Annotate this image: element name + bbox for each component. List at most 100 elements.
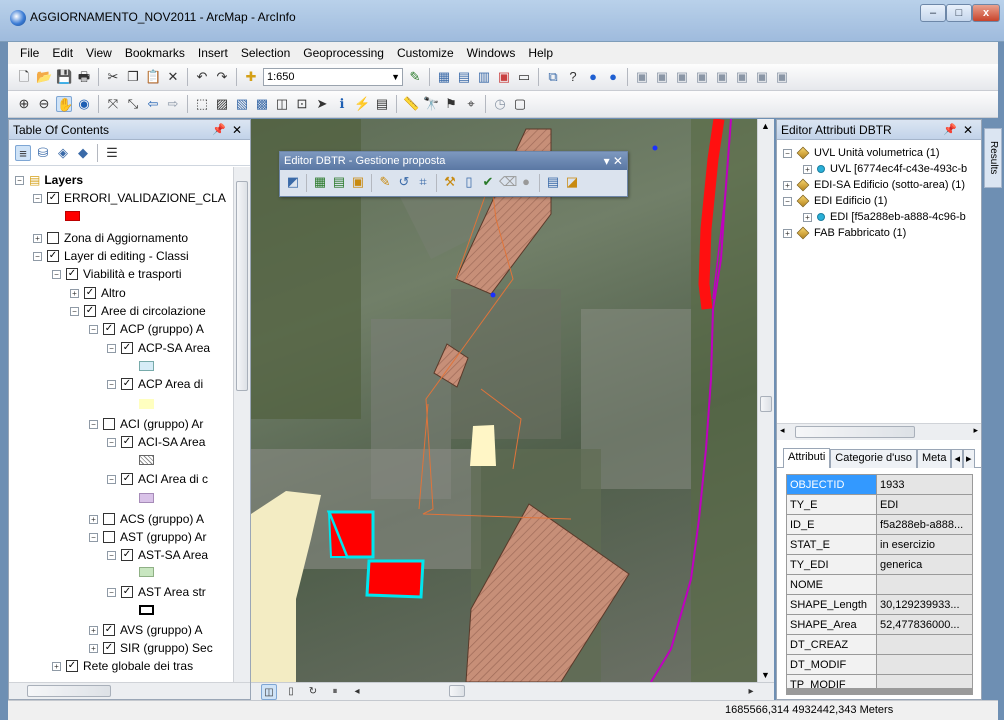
toc-checkbox[interactable]: ✓ (121, 342, 133, 354)
cut-icon[interactable]: ✂ (105, 69, 121, 85)
toc-item-acp-sa[interactable]: − ✓ ACP-SA Area (107, 339, 210, 357)
paste-icon[interactable]: 📋 (145, 69, 161, 85)
attribute-row[interactable]: DT_CREAZ (786, 634, 973, 655)
toc-horizontal-scrollbar[interactable] (9, 682, 250, 699)
scrollbar-thumb[interactable] (449, 685, 465, 697)
select-by-attr-icon[interactable]: ▩ (254, 96, 270, 112)
toc-item-altro[interactable]: + ✓ Altro (70, 284, 126, 302)
menu-edit[interactable]: Edit (52, 46, 73, 60)
attribute-row[interactable]: TY_E EDI (786, 494, 973, 515)
toc-checkbox[interactable] (103, 418, 115, 430)
pin-icon[interactable]: 📌 (943, 120, 957, 140)
python-window-icon[interactable]: ▭ (516, 69, 532, 85)
options-icon[interactable]: ☰ (104, 145, 120, 161)
toc-item-ast[interactable]: − ✓ AST Area str (107, 583, 206, 601)
menu-geoprocessing[interactable]: Geoprocessing (303, 46, 384, 60)
attribute-value[interactable]: in esercizio (876, 534, 973, 555)
tree-item-edi[interactable]: − EDI Edificio (1) (783, 193, 887, 209)
html-popup-icon[interactable]: ▤ (374, 96, 390, 112)
toc-item-aci-gruppo[interactable]: − ACI (gruppo) Ar (89, 415, 203, 433)
attribute-value[interactable]: EDI (876, 494, 973, 515)
toc-item-sir-gruppo[interactable]: + ✓ SIR (gruppo) Sec (89, 639, 213, 657)
map-view[interactable] (251, 119, 774, 682)
zoom-out-icon[interactable]: ⊖ (36, 96, 52, 112)
menu-view[interactable]: View (86, 46, 112, 60)
scrollbar-thumb[interactable] (236, 181, 248, 391)
attribute-row[interactable]: SHAPE_Length 30,129239933... (786, 594, 973, 615)
scroll-left-icon[interactable]: ◂ (349, 684, 365, 700)
clear-selected-icon[interactable]: ◫ (274, 96, 290, 112)
select-elements-icon[interactable]: ▧ (234, 96, 250, 112)
fixed-zoom-in-icon[interactable]: ⤧ (105, 96, 121, 112)
tree-item-uvl[interactable]: − UVL Unità volumetrica (1) (783, 145, 940, 161)
toc-checkbox[interactable]: ✓ (121, 473, 133, 485)
close-button[interactable]: x (972, 4, 1000, 22)
toc-checkbox[interactable]: ✓ (121, 586, 133, 598)
model-builder-icon[interactable]: ⧉ (545, 69, 561, 85)
table-window-icon[interactable]: ▦ (436, 69, 452, 85)
toc-item-viabilita[interactable]: − ✓ Viabilità e trasporti (52, 265, 182, 283)
menu-help[interactable]: Help (528, 46, 553, 60)
scrollbar-thumb[interactable] (27, 685, 111, 697)
new-document-icon[interactable]: 🗋 (16, 69, 32, 85)
toc-checkbox[interactable] (103, 513, 115, 525)
editor-dbtr-toolbar[interactable]: Editor DBTR - Gestione proposta ▾ ✕ ◩ ▦ … (279, 151, 628, 197)
table-check-icon[interactable]: ▣ (350, 174, 366, 190)
toc-checkbox[interactable]: ✓ (103, 642, 115, 654)
save-icon[interactable]: 💾 (56, 69, 72, 85)
attribute-value[interactable] (876, 574, 973, 595)
toc-item-acp[interactable]: − ✓ ACP Area di (107, 375, 203, 393)
attribute-row[interactable]: SHAPE_Area 52,477836000... (786, 614, 973, 635)
toc-item-layers[interactable]: − ▤ Layers (15, 171, 83, 189)
proposal-icon[interactable]: ◩ (285, 174, 301, 190)
tree-item-edi-sa[interactable]: + EDI-SA Edificio (sotto-area) (1) (783, 177, 965, 193)
menu-file[interactable]: File (20, 46, 39, 60)
arcmap-app-icon[interactable] (10, 10, 26, 26)
merge-icon[interactable]: ⚒ (442, 174, 458, 190)
attribute-row[interactable]: NOME (786, 574, 973, 595)
list-by-drawing-order-icon[interactable]: ≡ (15, 144, 31, 161)
table-edit-icon[interactable]: ▦ (312, 174, 328, 190)
minimize-button[interactable]: – (920, 4, 946, 22)
tree-item-edi-feature[interactable]: + EDI [f5a288eb-a888-4c96-b (803, 209, 966, 225)
toc-item-ast-gruppo[interactable]: − AST (gruppo) Ar (89, 528, 206, 546)
toc-item-aci[interactable]: − ✓ ACI Area di c (107, 470, 208, 488)
redo-icon[interactable]: ↷ (214, 69, 230, 85)
maximize-button[interactable]: □ (946, 4, 972, 22)
tab-attributi[interactable]: Attributi (783, 448, 831, 468)
toc-checkbox[interactable]: ✓ (103, 323, 115, 335)
clear-selection-icon[interactable]: ▨ (214, 96, 230, 112)
attribute-row[interactable]: ID_E f5a288eb-a888... (786, 514, 973, 535)
toc-item-zona[interactable]: + Zona di Aggiornamento (33, 229, 188, 247)
full-extent-icon[interactable]: ◉ (76, 96, 92, 112)
toc-item-rete-globale[interactable]: + ✓ Rete globale dei tras (52, 657, 193, 675)
menu-bookmarks[interactable]: Bookmarks (125, 46, 185, 60)
toc-checkbox[interactable]: ✓ (121, 436, 133, 448)
attribute-row[interactable]: OBJECTID 1933 (786, 474, 973, 495)
toc-item-errori[interactable]: − ✓ ERRORI_VALIDAZIONE_CLA (33, 189, 226, 207)
layout-view-icon[interactable]: ▯ (283, 684, 299, 700)
close-icon[interactable]: ✕ (963, 120, 973, 140)
toc-item-aci-sa[interactable]: − ✓ ACI-SA Area (107, 433, 205, 451)
pin-icon[interactable]: 📌 (212, 120, 226, 140)
identify-icon[interactable]: ℹ (334, 96, 350, 112)
export-icon[interactable]: ◪ (564, 174, 580, 190)
attribute-value[interactable]: 52,477836000... (876, 614, 973, 635)
scroll-up-icon[interactable]: ▲ (761, 121, 770, 131)
scrollbar-thumb[interactable] (760, 396, 772, 412)
attributes-icon[interactable]: ▯ (461, 174, 477, 190)
tab-meta[interactable]: Meta (917, 449, 952, 468)
zoom-in-icon[interactable]: ⊕ (16, 96, 32, 112)
tree-item-fab[interactable]: + FAB Fabbricato (1) (783, 225, 906, 241)
table-add-icon[interactable]: ▤ (331, 174, 347, 190)
arctoolbox-icon[interactable]: ▣ (496, 69, 512, 85)
delete-icon[interactable]: ✕ (165, 69, 181, 85)
close-icon[interactable]: ✕ (232, 120, 242, 140)
forward-extent-icon[interactable]: ⇨ (165, 96, 181, 112)
list-by-selection-icon[interactable]: ◆ (75, 145, 91, 161)
list-by-visibility-icon[interactable]: ◈ (55, 145, 71, 161)
toc-checkbox[interactable]: ✓ (121, 549, 133, 561)
scroll-right-icon[interactable]: ▸ (743, 684, 759, 700)
create-viewer-icon[interactable]: ▢ (512, 96, 528, 112)
add-data-icon[interactable]: ✚ (243, 69, 259, 85)
